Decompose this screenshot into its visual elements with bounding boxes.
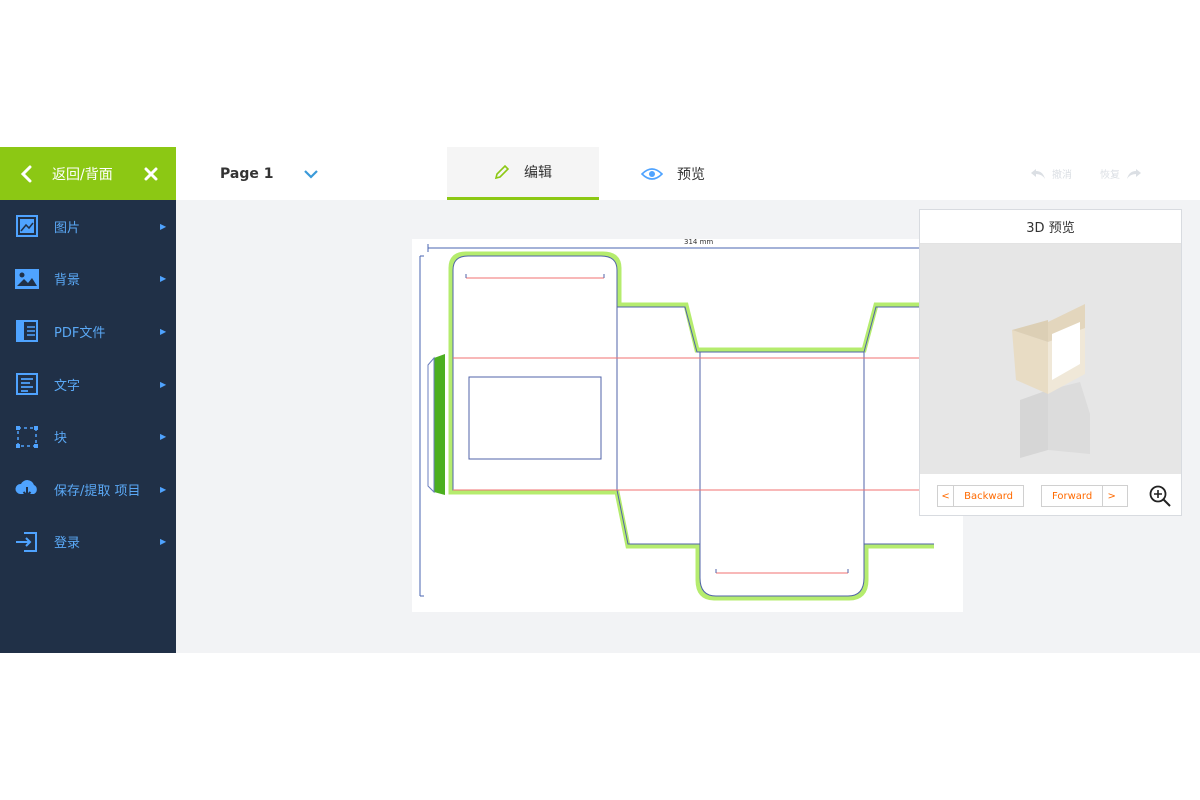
backward-label: Backward	[964, 490, 1013, 502]
sidebar-item-label: 文字	[54, 378, 81, 394]
caret-right-icon: ▶	[160, 326, 167, 336]
caret-right-icon: ▶	[160, 274, 167, 284]
forward-label: Forward	[1052, 490, 1093, 502]
eye-icon	[641, 167, 663, 180]
page-selector[interactable]: Page 1	[220, 147, 319, 200]
sidebar-item-image[interactable]: 图片 ▶	[0, 200, 176, 253]
chevron-left-icon: <	[938, 486, 955, 506]
sidebar-item-label: PDF文件	[54, 325, 106, 341]
block-selection-icon	[0, 425, 54, 449]
chevron-left-icon	[20, 165, 32, 182]
preview-3d-panel: 3D 预览 < Backward Forward >	[919, 209, 1182, 516]
close-icon	[144, 167, 158, 180]
pdf-layout-icon	[0, 319, 54, 343]
landscape-icon	[0, 268, 54, 290]
sidebar-item-background[interactable]: 背景 ▶	[0, 253, 176, 306]
undo-redo-group: 撤消 恢复	[1030, 147, 1142, 200]
sidebar-item-label: 图片	[54, 220, 81, 236]
backward-button[interactable]: < Backward	[937, 485, 1024, 507]
undo-icon	[1031, 168, 1045, 179]
sidebar-item-label: 登录	[54, 536, 81, 552]
preview-3d-controls: < Backward Forward >	[920, 476, 1181, 516]
tab-edit[interactable]: 编辑	[447, 147, 599, 200]
zoom-in-icon[interactable]	[1148, 484, 1172, 508]
sidebar-header: 返回/背面	[0, 147, 176, 200]
sidebar-item-label: 保存/提取 项目	[54, 483, 141, 499]
editor-app: 返回/背面 图片 ▶ 背景 ▶ PDF文件 ▶ 文字 ▶ 块 ▶ 保存/提取 项…	[0, 147, 1200, 653]
chevron-right-icon: >	[1102, 486, 1120, 506]
sidebar-item-pdf[interactable]: PDF文件 ▶	[0, 305, 176, 358]
sidebar-item-block[interactable]: 块 ▶	[0, 410, 176, 463]
sidebar-item-text[interactable]: 文字 ▶	[0, 358, 176, 411]
undo-button[interactable]: 撤消	[1030, 166, 1072, 181]
forward-button[interactable]: Forward >	[1041, 485, 1128, 507]
preview-3d-title: 3D 预览	[920, 210, 1181, 244]
undo-label: 撤消	[1052, 170, 1072, 181]
cloud-download-icon	[0, 478, 54, 500]
sidebar-item-label: 背景	[54, 273, 81, 289]
pencil-icon	[494, 164, 510, 180]
sidebar-menu: 图片 ▶ 背景 ▶ PDF文件 ▶ 文字 ▶ 块 ▶ 保存/提取 项目 ▶ 登录…	[0, 200, 176, 568]
chevron-down-icon	[304, 169, 319, 179]
caret-right-icon: ▶	[160, 537, 167, 547]
caret-right-icon: ▶	[160, 484, 167, 494]
close-button[interactable]	[126, 147, 176, 200]
box-3d-render	[1012, 304, 1090, 458]
caret-right-icon: ▶	[160, 221, 167, 231]
redo-icon	[1127, 168, 1141, 179]
top-bar: Page 1 编辑 预览 撤消 恢复	[176, 147, 1200, 200]
caret-right-icon: ▶	[160, 379, 167, 389]
sidebar: 返回/背面 图片 ▶ 背景 ▶ PDF文件 ▶ 文字 ▶ 块 ▶ 保存/提取 项…	[0, 147, 176, 653]
sidebar-item-login[interactable]: 登录 ▶	[0, 516, 176, 569]
image-frame-icon	[0, 214, 54, 238]
redo-label: 恢复	[1100, 170, 1120, 181]
caret-right-icon: ▶	[160, 432, 167, 442]
sidebar-title: 返回/背面	[52, 166, 113, 183]
page-label: Page 1	[220, 165, 274, 182]
sidebar-item-save[interactable]: 保存/提取 项目 ▶	[0, 463, 176, 516]
login-icon	[0, 531, 54, 553]
tab-edit-label: 编辑	[524, 165, 552, 181]
sidebar-item-label: 块	[54, 431, 68, 447]
preview-3d-viewport[interactable]	[920, 244, 1181, 474]
tab-preview[interactable]: 预览	[641, 147, 705, 200]
dieline-drawing[interactable]	[412, 239, 963, 612]
back-button[interactable]	[0, 147, 52, 200]
text-lines-icon	[0, 373, 54, 396]
tab-preview-label: 预览	[677, 166, 705, 183]
redo-button[interactable]: 恢复	[1100, 166, 1142, 181]
